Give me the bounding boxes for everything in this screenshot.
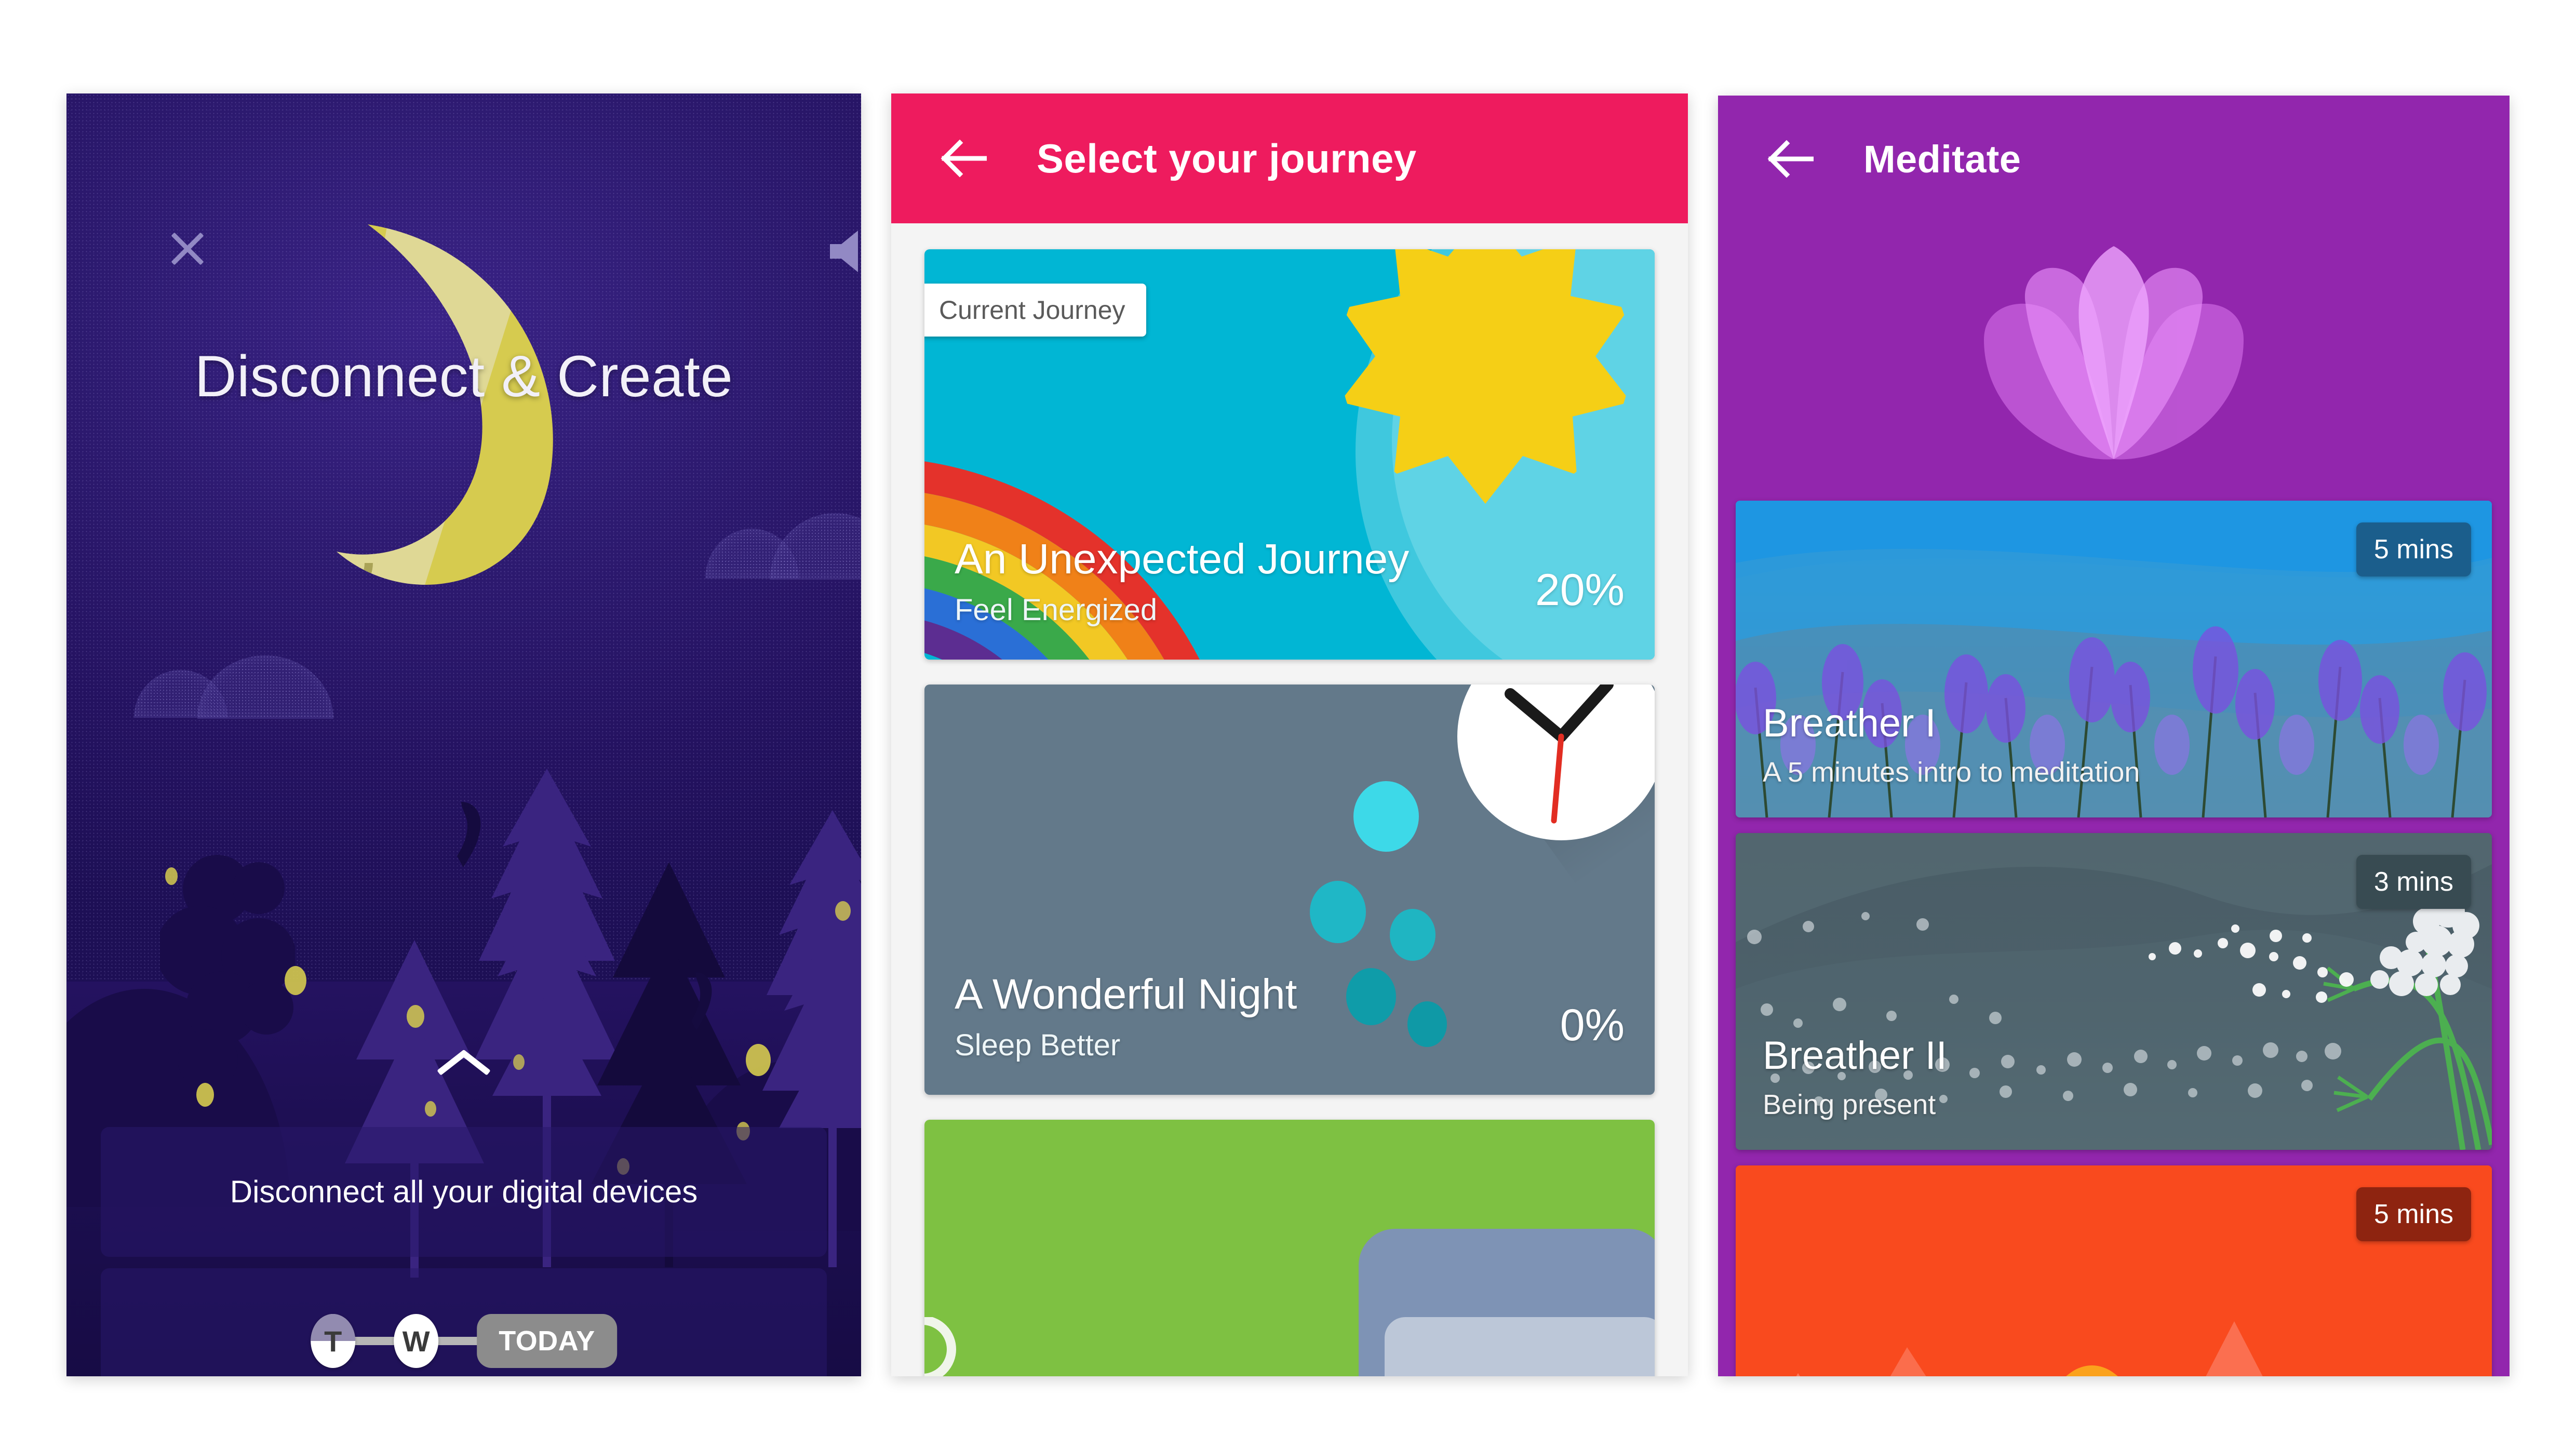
meditate-screen: Meditate 5 mins Breather I A 5 minutes i… (1718, 96, 2510, 1376)
meditation-card-breather-3[interactable]: 5 mins (1736, 1165, 2492, 1376)
duration-chip: 3 mins (2356, 855, 2471, 909)
clock-icon (1457, 685, 1655, 840)
page-title: Disconnect & Create (194, 344, 733, 409)
meditation-card-breather-1[interactable]: 5 mins Breather I A 5 minutes intro to m… (1736, 501, 2492, 817)
day-chip-today-label: TODAY (499, 1325, 595, 1357)
screenshot-stage: Disconnect & Create Disconnect all your … (0, 0, 2576, 1449)
day-chip-tuesday[interactable]: T (311, 1314, 356, 1368)
journey-card-wonderful-night[interactable]: A Wonderful Night Sleep Better 0% (924, 685, 1655, 1095)
day-chip-wednesday[interactable]: W (394, 1314, 439, 1368)
disconnect-screen: Disconnect & Create Disconnect all your … (66, 93, 861, 1376)
arrow-left-icon[interactable] (939, 135, 987, 182)
journey-title: An Unexpected Journey (955, 535, 1410, 583)
meditation-subtitle: Being present (1763, 1089, 1936, 1120)
volume-up-icon[interactable] (826, 226, 861, 276)
journey-progress: 0% (1560, 1000, 1625, 1050)
meditation-title: Breather II (1763, 1034, 1947, 1078)
close-icon[interactable] (168, 230, 207, 268)
day-chip-today[interactable]: TODAY (477, 1314, 617, 1368)
weighing-scale-icon (1359, 1229, 1655, 1376)
day-progress-strip: T W TODAY (66, 1314, 861, 1376)
meditation-subtitle: A 5 minutes intro to meditation (1763, 757, 2140, 788)
grass-icon (924, 1317, 956, 1376)
day-chip-tuesday-label: T (324, 1324, 342, 1358)
day-chip-wednesday-label: W (402, 1324, 430, 1358)
select-journey-screen: Select your journey Current Journey An U… (891, 93, 1688, 1376)
duration-chip: 5 mins (2356, 1187, 2471, 1241)
meditation-card-breather-2[interactable]: 3 mins Breather II Being present (1736, 833, 2492, 1150)
journey-card-unexpected[interactable]: Current Journey An Unexpected Journey Fe… (924, 249, 1655, 660)
page-title: Meditate (1863, 137, 2021, 181)
duration-chip: 5 mins (2356, 522, 2471, 576)
journey-card-green[interactable] (924, 1120, 1655, 1376)
journey-progress: 20% (1535, 565, 1625, 615)
journey-subtitle: Feel Energized (955, 593, 1158, 627)
bird-icon-right (682, 971, 729, 1039)
page-title: Select your journey (1037, 135, 1417, 181)
journey-title: A Wonderful Night (955, 971, 1297, 1018)
current-journey-badge: Current Journey (924, 284, 1146, 337)
chevron-up-icon[interactable] (439, 1070, 489, 1099)
meditation-title: Breather I (1763, 701, 1936, 745)
journey-appbar: Select your journey (891, 93, 1688, 223)
meditation-list: 5 mins Breather I A 5 minutes intro to m… (1736, 501, 2492, 1376)
lotus-flower-icon (1968, 246, 2259, 464)
day-connector-2 (434, 1337, 481, 1345)
meditate-appbar: Meditate (1718, 96, 2510, 222)
journey-subtitle: Sleep Better (955, 1028, 1121, 1062)
day-connector-1 (351, 1337, 398, 1345)
arrow-left-icon[interactable] (1766, 135, 1814, 183)
journey-list: Current Journey An Unexpected Journey Fe… (891, 223, 1688, 1376)
page-subtitle: Disconnect all your digital devices (230, 1174, 698, 1209)
bird-icon-left (446, 800, 503, 878)
